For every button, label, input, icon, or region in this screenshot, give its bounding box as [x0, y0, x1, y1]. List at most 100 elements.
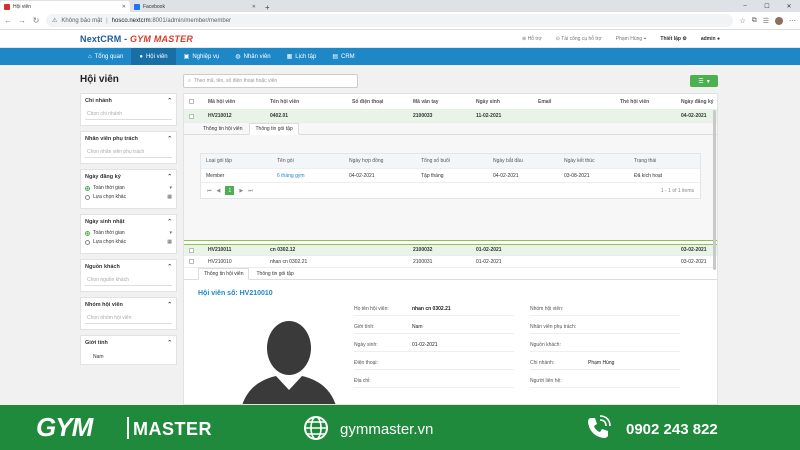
pagination: ⏮ ◀ 1 ▶ ⏭ 1 - 1 of 1 items — [201, 183, 700, 198]
row-checkbox[interactable] — [189, 113, 194, 119]
nav-item-operations[interactable]: ▣ Nghiệp vụ — [176, 48, 228, 65]
field-dob: Ngày sinh: 01-02-2021 — [354, 342, 514, 352]
chevron-up-icon[interactable]: ⌃ — [167, 98, 172, 104]
chevron-up-icon[interactable]: ⌃ — [167, 219, 172, 225]
tab-member-info[interactable]: Thông tin hội viên — [198, 268, 250, 280]
close-icon[interactable]: ✕ — [122, 4, 126, 10]
reload-icon[interactable]: ↻ — [32, 16, 40, 25]
calendar-icon[interactable]: ▦ — [167, 194, 172, 200]
admin-menu[interactable]: admin ● — [701, 36, 720, 42]
chevron-up-icon[interactable]: ⌃ — [167, 340, 172, 346]
birthday-custom-radio[interactable]: Lựa chọn khác ▦ — [85, 239, 172, 245]
profile-avatar[interactable] — [775, 16, 783, 25]
close-icon[interactable]: ✕ — [252, 4, 256, 10]
register-all-time-radio[interactable]: Toàn thời gian ▾ — [85, 185, 172, 191]
search-icon: ⌕ — [188, 78, 191, 84]
tab-package-info[interactable]: Thông tin gói tập — [249, 123, 299, 135]
package-table: Loại gói tập Tên gói Ngày hợp đồng Tổng … — [200, 153, 701, 199]
footer-brand-name: MASTER — [133, 419, 212, 439]
field-source: Nguồn khách: — [530, 342, 680, 352]
footer-website[interactable]: gymmaster.vn — [340, 421, 433, 438]
nav-item-schedule[interactable]: ▦ Lịch tập — [279, 48, 325, 65]
group-select[interactable]: Chọn nhóm hội viên — [85, 313, 172, 324]
browser-tabbar: Hội viên ✕ Facebook ✕ + – ☐ ✕ — [0, 0, 800, 12]
row-checkbox[interactable] — [189, 259, 194, 264]
filter-staff: Nhân viên phụ trách ⌃ Chọn nhân viên phụ … — [80, 131, 177, 164]
pagination-total: 1 - 1 of 1 items — [660, 187, 694, 194]
support-link[interactable]: ⊕ Hỗ trợ — [522, 36, 542, 42]
facebook-favicon-icon — [134, 3, 140, 10]
staff-select[interactable]: Chọn nhân viên phụ trách — [85, 147, 172, 158]
maximize-icon[interactable]: ☐ — [756, 3, 778, 10]
new-tab-icon[interactable]: + — [260, 3, 275, 12]
nav-item-crm[interactable]: ▤ CRM — [324, 48, 362, 65]
phone-icon — [588, 415, 611, 438]
nav-item-staff[interactable]: ◍ Nhân viên — [227, 48, 278, 65]
filter-source: Nguồn khách ⌃ Chọn nguồn khách — [80, 259, 177, 292]
chevron-up-icon[interactable]: ⌃ — [167, 264, 172, 270]
gender-option-male[interactable]: Nam — [85, 351, 172, 363]
promo-footer: GYM MASTER gymmaster.vn 0902 243 822 — [0, 405, 800, 450]
more-icon[interactable]: ⋯ — [789, 17, 796, 25]
nav-item-overview[interactable]: ⌂ Tổng quan — [80, 48, 131, 65]
nextcrm-favicon-icon — [4, 3, 10, 10]
users-icon: ◍ — [235, 54, 241, 60]
last-page-icon[interactable]: ⏭ — [248, 188, 253, 194]
register-custom-radio[interactable]: Lựa chọn khác ▦ — [85, 194, 172, 200]
tab-member-info[interactable]: Thông tin hội viên — [198, 124, 247, 134]
filter-group: Nhóm hội viên ⌃ Chọn nhóm hội viên — [80, 297, 177, 330]
package-link[interactable]: 6 tháng gym — [277, 173, 305, 179]
guide-link[interactable]: ⊙ Tài công cụ hỗ trợ — [556, 36, 602, 42]
tab-label: Hội viên — [13, 3, 32, 10]
table-row[interactable]: HV210010 nhan cn 0302.21 2100031 01-02-2… — [184, 256, 717, 268]
branch-select[interactable]: Chọn chi nhánh — [85, 109, 172, 120]
user-branch[interactable]: Phạm Hùng ⌖ — [616, 36, 647, 42]
url-field[interactable]: ⚠ Không bảo mật | hosco.nextcrm:8001/adm… — [46, 14, 734, 27]
package-table-header: Loại gói tập Tên gói Ngày hợp đồng Tổng … — [201, 154, 700, 169]
browser-tab-members[interactable]: Hội viên ✕ — [0, 1, 130, 12]
birthday-all-time-radio[interactable]: Toàn thời gian ▾ — [85, 230, 172, 236]
collections-icon[interactable]: ☰ — [763, 17, 769, 25]
select-all-checkbox[interactable] — [189, 99, 194, 104]
table-scrollbar[interactable] — [713, 110, 716, 270]
nav-item-members[interactable]: ● Hội viên — [131, 48, 176, 65]
chevron-up-icon[interactable]: ⌃ — [167, 302, 172, 308]
package-row[interactable]: Member 6 tháng gym 04-02-2021 Tập tháng … — [201, 169, 700, 183]
page-number-button[interactable]: 1 — [225, 186, 235, 195]
back-icon[interactable]: ← — [4, 16, 12, 25]
filter-branch: Chi nhánh ⌃ Chọn chi nhánh — [80, 93, 177, 126]
app-header: NextCRM - GYM MASTER ⊕ Hỗ trợ ⊙ Tài công… — [0, 30, 800, 48]
view-options-button[interactable]: ☰ ▾ — [690, 75, 718, 87]
settings-link[interactable]: Thiết lập ⚙ — [660, 36, 686, 42]
prev-page-icon[interactable]: ◀ — [217, 188, 221, 194]
row-checkbox[interactable] — [189, 247, 194, 253]
field-fullname: Họ tên hội viên: nhan cn 0302.21 — [354, 306, 514, 316]
star-icon[interactable]: ☆ — [739, 17, 745, 25]
address-bar: ← → ↻ ⚠ Không bảo mật | hosco.nextcrm:80… — [0, 12, 800, 30]
footer-brand-logo: GYM — [36, 412, 93, 442]
footer-phone[interactable]: 0902 243 822 — [626, 421, 718, 438]
chevron-up-icon[interactable]: ⌃ — [167, 136, 172, 142]
close-window-icon[interactable]: ✕ — [778, 3, 800, 10]
tab-package-info[interactable]: Thông tin gói tập — [251, 269, 298, 279]
chevron-up-icon[interactable]: ⌃ — [167, 174, 172, 180]
first-page-icon[interactable]: ⏮ — [207, 188, 212, 194]
browser-tab-facebook[interactable]: Facebook ✕ — [130, 1, 260, 12]
status-badge: Đã kích hoạt — [634, 172, 663, 179]
table-row[interactable]: HV210011 cn 0302.12 2100032 01-02-2021 0… — [184, 244, 717, 256]
forward-icon[interactable]: → — [18, 16, 26, 25]
next-page-icon[interactable]: ▶ — [239, 188, 243, 194]
browser-toolbar-icons: ☆ ⧉ ☰ ⋯ — [739, 16, 796, 25]
search-input[interactable]: ⌕ Theo mã, tên, số điện thoại hoặc viên — [183, 74, 358, 88]
field-member-group: Nhóm hội viên: — [530, 306, 680, 316]
minimize-icon[interactable]: – — [734, 3, 756, 9]
app-logo[interactable]: NextCRM - GYM MASTER — [80, 34, 193, 44]
extensions-icon[interactable]: ⧉ — [752, 17, 757, 25]
member-detail-title: Hội viên số: HV210010 — [198, 290, 273, 297]
member-table: Mã hội viên Tên hội viên Số điện thoại M… — [183, 93, 718, 405]
field-phone: Điện thoại: — [354, 360, 514, 370]
table-row[interactable]: HV210012 0402.01 2100033 11-02-2021 04-0… — [184, 110, 717, 123]
filter-register-date: Ngày đăng ký ⌃ Toàn thời gian ▾ Lựa chọn k… — [80, 169, 177, 209]
source-select[interactable]: Chọn nguồn khách — [85, 275, 172, 286]
calendar-icon[interactable]: ▦ — [167, 239, 172, 245]
